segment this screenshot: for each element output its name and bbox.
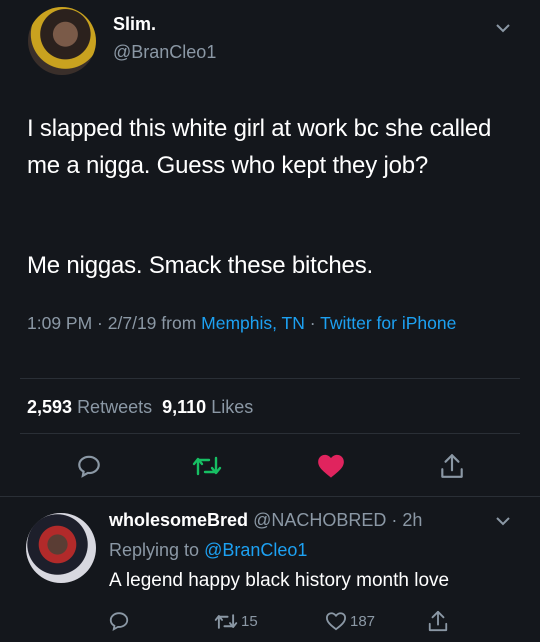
retweets-label: Retweets <box>77 397 153 417</box>
author-avatar[interactable] <box>28 7 96 75</box>
reply-author-name[interactable]: wholesomeBred <box>109 510 248 530</box>
chevron-down-icon[interactable] <box>494 21 512 35</box>
replying-to: Replying to @BranCleo1 <box>109 540 307 561</box>
divider <box>20 433 520 434</box>
reply-header: wholesomeBred @NACHOBRED · 2h <box>109 510 423 530</box>
divider <box>20 378 520 379</box>
reply-like-count: 187 <box>350 613 376 630</box>
likes-count: 9,110 <box>162 397 207 417</box>
replying-handle[interactable]: @BranCleo1 <box>204 540 307 560</box>
reply-retweet-count: 15 <box>241 613 258 630</box>
from-word: from <box>161 313 197 333</box>
tweet-date: 2/7/19 <box>107 313 157 333</box>
tweet-meta: 1:09 PM · 2/7/19 from Memphis, TN · Twit… <box>27 313 457 333</box>
retweets-count: 2,593 <box>27 397 73 417</box>
heart-icon[interactable] <box>325 611 347 631</box>
author-name[interactable]: Slim. <box>113 14 156 35</box>
tweet-text-second: Me niggas. Smack these bitches. <box>27 252 373 279</box>
chevron-down-icon[interactable] <box>494 514 512 528</box>
reply-icon[interactable] <box>76 453 102 479</box>
reply-author-handle[interactable]: @NACHOBRED <box>253 510 386 530</box>
reply-time: 2h <box>402 510 423 530</box>
heart-icon[interactable] <box>317 453 345 479</box>
author-handle[interactable]: @BranCleo1 <box>113 42 216 63</box>
likes-label: Likes <box>211 397 254 417</box>
tweet-text: I slapped this white girl at work bc she… <box>27 115 492 179</box>
share-icon[interactable] <box>427 609 449 633</box>
retweet-icon[interactable] <box>214 612 238 631</box>
retweet-icon[interactable] <box>192 454 222 478</box>
tweet-location[interactable]: Memphis, TN <box>201 313 305 333</box>
engagement-stats: 2,593 Retweets 9,110 Likes <box>27 397 253 418</box>
share-icon[interactable] <box>439 452 465 480</box>
reply-icon[interactable] <box>108 610 130 632</box>
divider <box>0 496 540 497</box>
retweet-stat[interactable]: 2,593 Retweets <box>27 397 152 417</box>
replying-prefix: Replying to <box>109 540 200 560</box>
tweet-source[interactable]: Twitter for iPhone <box>320 313 456 333</box>
tweet-time: 1:09 PM <box>27 313 93 333</box>
likes-stat[interactable]: 9,110 Likes <box>162 397 253 417</box>
reply-text: A legend happy black history month love <box>109 570 450 591</box>
reply-avatar[interactable] <box>26 513 96 583</box>
